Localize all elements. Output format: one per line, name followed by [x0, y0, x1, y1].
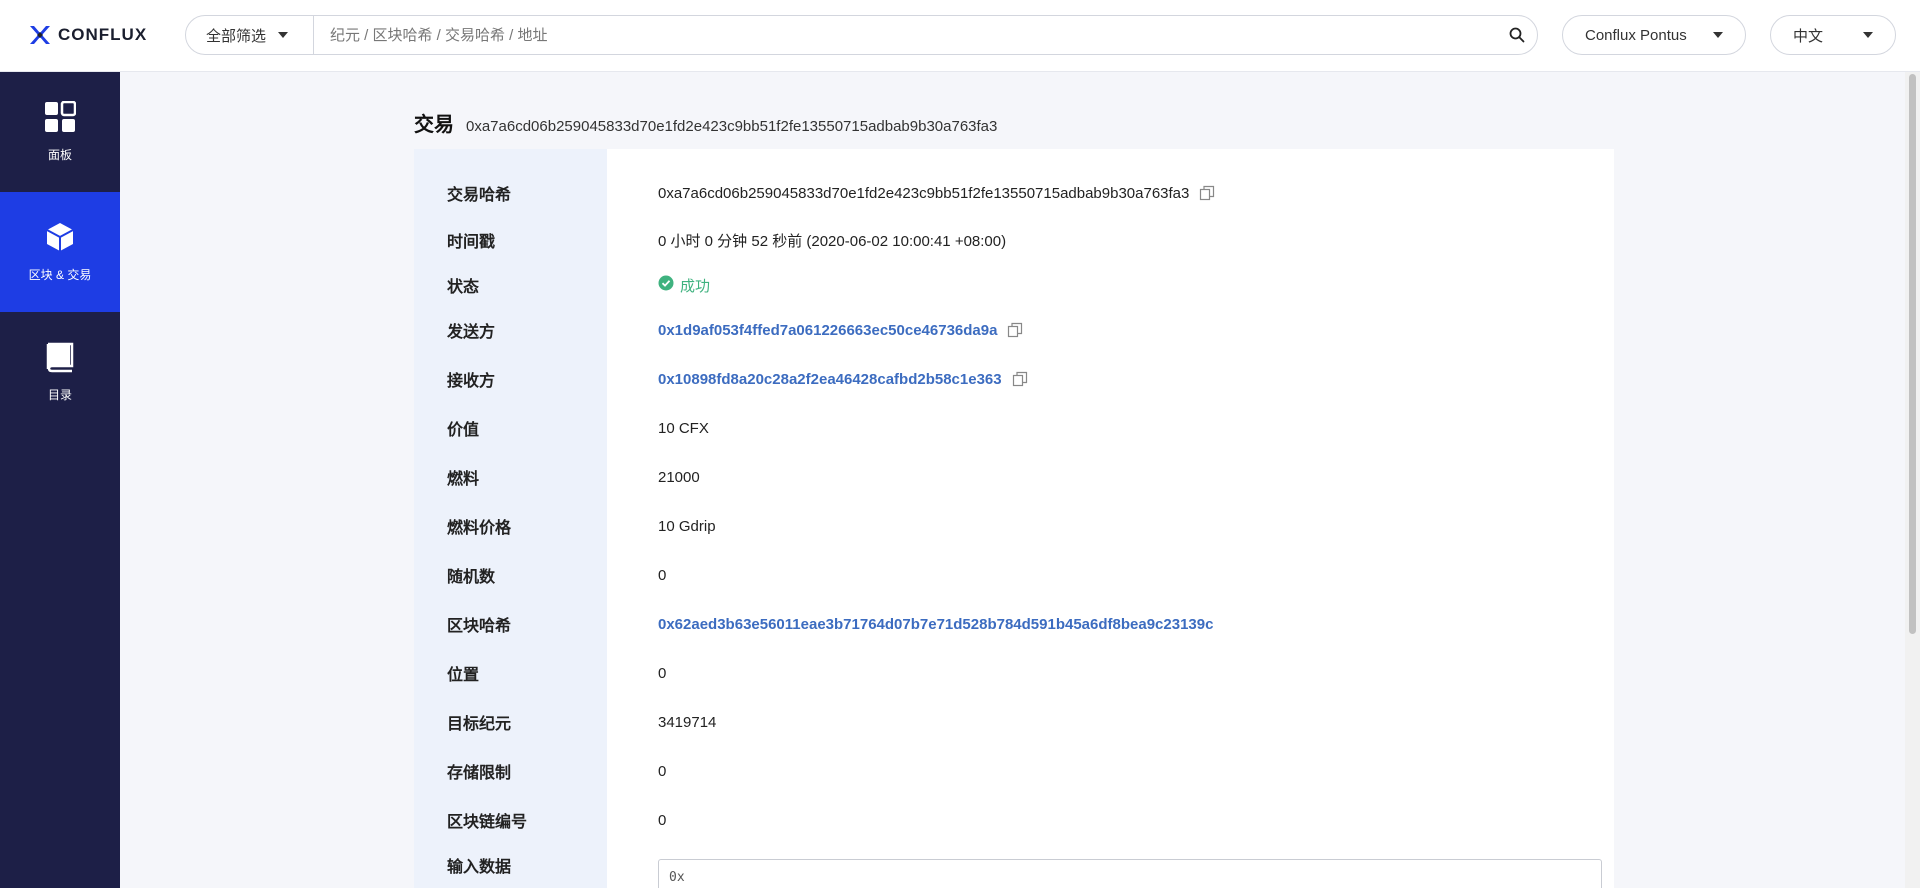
detail-value: 0x1d9af053f4ffed7a061226663ec50ce46736da… — [658, 322, 1023, 339]
page-title: 交易 0xa7a6cd06b259045833d70e1fd2e423c9bb5… — [414, 108, 997, 137]
copy-icon[interactable] — [1007, 322, 1023, 338]
search-filter-dropdown[interactable]: 全部筛选 — [186, 16, 314, 54]
detail-label: 随机数 — [447, 569, 496, 586]
search-input[interactable] — [314, 16, 1497, 54]
detail-row-position: 位置 0 — [414, 659, 1614, 687]
detail-row-storage-limit: 存储限制 0 — [414, 757, 1614, 785]
detail-row-block-hash: 区块哈希 0x62aed3b63e56011eae3b71764d07b7e71… — [414, 610, 1614, 638]
position-value: 0 — [658, 664, 667, 682]
detail-row-timestamp: 时间戳 0 小时 0 分钟 52 秒前 (2020-06-02 10:00:41… — [414, 226, 1614, 254]
detail-row-gas: 燃料 21000 — [414, 463, 1614, 491]
top-header: CONFLUX 全部筛选 Conflux Pontus 中文 — [0, 0, 1920, 72]
caret-down-icon — [1863, 32, 1873, 38]
detail-label: 接收方 — [447, 373, 496, 390]
detail-row-nonce: 随机数 0 — [414, 561, 1614, 589]
detail-row-chain-id: 区块链编号 0 — [414, 806, 1614, 834]
detail-row-to: 接收方 0x10898fd8a20c28a2f2ea46428cafbd2b58… — [414, 365, 1614, 393]
page-scrollbar[interactable] — [1905, 72, 1920, 888]
status-text: 成功 — [680, 277, 711, 295]
detail-label: 交易哈希 — [447, 187, 512, 204]
detail-label: 区块链编号 — [447, 814, 528, 831]
copy-icon[interactable] — [1012, 371, 1028, 387]
detail-row-status: 状态 成功 — [414, 271, 1614, 299]
detail-row-value: 价值 10 CFX — [414, 414, 1614, 442]
gas-price-value: 10 Gdrip — [658, 517, 716, 535]
page-title-text: 交易 — [414, 114, 454, 136]
detail-label: 燃料价格 — [447, 520, 512, 537]
detail-value: 0x10898fd8a20c28a2f2ea46428cafbd2b58c1e3… — [658, 371, 1028, 388]
book-icon — [44, 341, 76, 376]
chain-id-value: 0 — [658, 811, 667, 829]
detail-row-tx-hash: 交易哈希 0xa7a6cd06b259045833d70e1fd2e423c9b… — [414, 179, 1614, 207]
detail-label: 目标纪元 — [447, 716, 512, 733]
detail-value: 0xa7a6cd06b259045833d70e1fd2e423c9bb51f2… — [658, 185, 1215, 202]
value-amount: 10 CFX — [658, 419, 709, 437]
language-select[interactable]: 中文 — [1770, 15, 1896, 55]
sidebar-item-blocks-transactions[interactable]: 区块 & 交易 — [0, 192, 120, 312]
input-data-field[interactable]: 0x — [658, 859, 1602, 888]
detail-row-gas-price: 燃料价格 10 Gdrip — [414, 512, 1614, 540]
sidebar-item-dashboard[interactable]: 面板 — [0, 72, 120, 192]
epoch-value: 3419714 — [658, 713, 717, 731]
sidebar-item-label: 面板 — [47, 148, 72, 162]
filter-label: 全部筛选 — [206, 27, 267, 45]
language-label: 中文 — [1793, 27, 1824, 45]
transaction-details-card: 交易哈希 0xa7a6cd06b259045833d70e1fd2e423c9b… — [414, 149, 1614, 888]
sidebar-item-label: 目录 — [47, 388, 72, 402]
conflux-logo[interactable]: CONFLUX — [28, 24, 147, 46]
search-bar: 全部筛选 — [185, 15, 1538, 55]
caret-down-icon — [278, 32, 289, 38]
detail-label: 发送方 — [447, 324, 496, 341]
tx-hash-value: 0xa7a6cd06b259045833d70e1fd2e423c9bb51f2… — [658, 184, 1190, 202]
check-circle-icon — [658, 275, 674, 295]
detail-value: 0x62aed3b63e56011eae3b71764d07b7e71d528b… — [658, 616, 1213, 633]
detail-label: 存储限制 — [447, 765, 512, 782]
caret-down-icon — [1713, 32, 1723, 38]
detail-label: 价值 — [447, 422, 480, 439]
sidebar-item-directory[interactable]: 目录 — [0, 312, 120, 432]
status-badge: 成功 — [658, 275, 710, 296]
detail-label: 燃料 — [447, 471, 480, 488]
dashboard-icon — [44, 100, 77, 136]
logo-text: CONFLUX — [58, 25, 148, 44]
sidebar-item-label: 区块 & 交易 — [28, 268, 92, 282]
detail-label: 状态 — [447, 279, 480, 296]
network-select[interactable]: Conflux Pontus — [1562, 15, 1746, 55]
detail-label: 输入数据 — [447, 859, 512, 876]
scrollbar-thumb[interactable] — [1909, 74, 1916, 634]
copy-icon[interactable] — [1199, 185, 1215, 201]
storage-limit-value: 0 — [658, 762, 667, 780]
cube-icon — [44, 221, 76, 256]
detail-label: 位置 — [447, 667, 480, 684]
timestamp-value: 0 小时 0 分钟 52 秒前 (2020-06-02 10:00:41 +08… — [658, 232, 1007, 250]
page-title-hash: 0xa7a6cd06b259045833d70e1fd2e423c9bb51f2… — [466, 118, 998, 135]
detail-row-from: 发送方 0x1d9af053f4ffed7a061226663ec50ce467… — [414, 316, 1614, 344]
search-icon[interactable] — [1497, 16, 1537, 54]
detail-label: 区块哈希 — [447, 618, 512, 635]
nonce-value: 0 — [658, 566, 667, 584]
gas-value: 21000 — [658, 468, 700, 486]
from-address-link[interactable]: 0x1d9af053f4ffed7a061226663ec50ce46736da… — [658, 322, 997, 339]
detail-label: 时间戳 — [447, 234, 496, 251]
network-label: Conflux Pontus — [1585, 26, 1687, 44]
detail-row-epoch: 目标纪元 3419714 — [414, 708, 1614, 736]
block-hash-link[interactable]: 0x62aed3b63e56011eae3b71764d07b7e71d528b… — [658, 616, 1213, 633]
to-address-link[interactable]: 0x10898fd8a20c28a2f2ea46428cafbd2b58c1e3… — [658, 371, 1002, 388]
conflux-logo-icon — [28, 24, 52, 46]
sidebar: 面板 区块 & 交易 目录 — [0, 72, 120, 888]
